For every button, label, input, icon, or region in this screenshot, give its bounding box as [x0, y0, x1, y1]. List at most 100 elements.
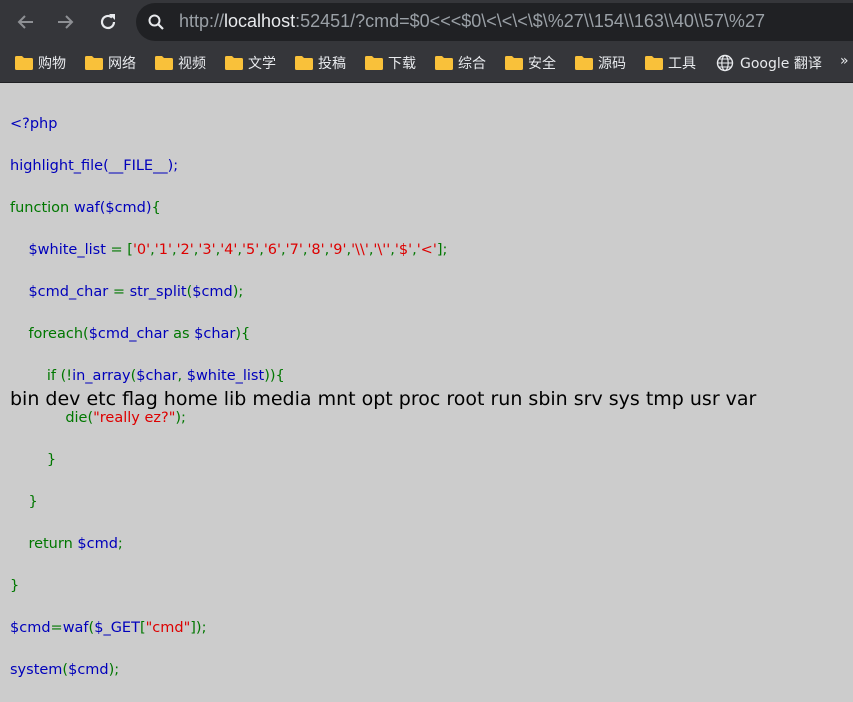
code-line: if (!in_array($char, $white_list)){	[10, 366, 447, 387]
command-output: bin dev etc flag home lib media mnt opt …	[10, 388, 757, 410]
code-token: '7'	[285, 242, 303, 258]
bookmark-label: 投稿	[318, 56, 346, 72]
url-text[interactable]: http://localhost:52451/?cmd=$0<<<$0\<\<\…	[179, 11, 765, 32]
bookmark-folder[interactable]: 综合	[435, 53, 486, 73]
code-token: '5'	[242, 242, 260, 258]
bookmark-folder[interactable]: 投稿	[295, 53, 346, 73]
bookmark-folder[interactable]: 视频	[155, 53, 206, 73]
bookmark-label: 文学	[248, 56, 276, 72]
code-line: function waf($cmd){	[10, 198, 447, 219]
code-token: '4'	[220, 242, 238, 258]
folder-icon	[225, 56, 243, 70]
code-token: ,	[177, 368, 187, 384]
code-line: foreach($cmd_char as $char){	[10, 324, 447, 345]
bookmark-label: 购物	[38, 56, 66, 72]
code-token: '2'	[176, 242, 194, 258]
forward-arrow-icon[interactable]	[51, 8, 79, 36]
globe-icon	[716, 54, 734, 72]
bookmark-label: 网络	[108, 56, 136, 72]
code-token: "really ez?"	[93, 410, 176, 426]
code-token: <?php	[10, 116, 58, 132]
code-line: $cmd_char = str_split($cmd);	[10, 282, 447, 303]
code-line: system($cmd);	[10, 660, 447, 681]
code-token: }	[46, 452, 57, 468]
folder-icon	[15, 56, 33, 70]
code-token: =	[112, 284, 130, 300]
folder-icon	[435, 56, 453, 70]
code-token: '9'	[329, 242, 347, 258]
bookmark-folder[interactable]: 文学	[225, 53, 276, 73]
bookmark-label: 工具	[668, 56, 696, 72]
code-token: highlight_file(__FILE__);	[10, 158, 179, 174]
folder-icon	[85, 56, 103, 70]
code-token: '<'	[416, 242, 437, 258]
code-token: ;	[117, 536, 123, 552]
url-scheme: http://	[179, 11, 225, 31]
code-token: );	[108, 662, 120, 678]
back-arrow-icon[interactable]	[12, 8, 40, 36]
folder-icon	[155, 56, 173, 70]
code-token: '$'	[394, 242, 413, 258]
code-token: '1'	[154, 242, 172, 258]
code-token: $white_list	[186, 368, 265, 384]
code-token: ){	[235, 326, 251, 342]
code-token: = [	[110, 242, 133, 258]
folder-icon	[295, 56, 313, 70]
code-token: return	[28, 536, 78, 552]
bookmark-folder[interactable]: 购物	[15, 53, 66, 73]
bookmark-label: 下载	[388, 56, 416, 72]
code-token: ];	[436, 242, 448, 258]
bookmark-folder[interactable]: 工具	[645, 53, 696, 73]
code-token: $cmd_char	[88, 326, 174, 342]
code-token: ]);	[190, 620, 207, 636]
bookmark-folder[interactable]: 网络	[85, 53, 136, 73]
code-token: str_split	[129, 284, 187, 300]
folder-icon	[575, 56, 593, 70]
code-token: if (!	[46, 368, 73, 384]
bookmarks-bar: 购物 网络 视频 文学 投稿 下载 综合 安全 源码 工具 Google 翻译 …	[0, 44, 853, 83]
folder-icon	[505, 56, 523, 70]
code-token: =	[50, 620, 63, 636]
code-line: }	[10, 450, 447, 471]
bookmark-label: 安全	[528, 56, 556, 72]
code-line: <?php	[10, 114, 447, 135]
code-token: )){	[264, 368, 285, 384]
code-token: die(	[65, 410, 94, 426]
code-token: '0'	[132, 242, 151, 258]
code-token: }	[28, 494, 38, 510]
url-host: localhost	[224, 11, 296, 31]
code-token: {	[151, 200, 161, 216]
code-line: $white_list = ['0','1','2','3','4','5','…	[10, 240, 447, 261]
code-token: '\''	[373, 242, 391, 258]
code-token: waf	[62, 620, 89, 636]
code-token: '3'	[198, 242, 216, 258]
code-token: $cmd_char	[28, 284, 113, 300]
address-bar[interactable]: http://localhost:52451/?cmd=$0<<<$0\<\<\…	[136, 3, 853, 41]
code-token: waf($cmd)	[73, 200, 152, 216]
bookmark-label: 视频	[178, 56, 206, 72]
code-token: $white_list	[28, 242, 111, 258]
code-token: function	[10, 200, 74, 216]
bookmark-google-translate[interactable]: Google 翻译	[716, 53, 822, 73]
reload-icon[interactable]	[94, 8, 122, 36]
bookmarks-overflow-button[interactable]: »	[840, 53, 849, 69]
bookmark-label: 源码	[598, 56, 626, 72]
bookmark-folder[interactable]: 安全	[505, 53, 556, 73]
search-icon	[148, 14, 164, 30]
code-token: '\\'	[351, 242, 369, 258]
code-token: system	[10, 662, 63, 678]
browser-toolbar: http://localhost:52451/?cmd=$0<<<$0\<\<\…	[0, 0, 853, 44]
code-line: }	[10, 576, 447, 597]
code-token: '6'	[263, 242, 282, 258]
bookmark-folder[interactable]: 下载	[365, 53, 416, 73]
bookmark-label: Google 翻译	[740, 56, 822, 72]
code-token: "cmd"	[145, 620, 191, 636]
code-token: $cmd	[77, 536, 118, 552]
code-token: '8'	[307, 242, 325, 258]
code-token: $char	[136, 368, 178, 384]
bookmark-folder[interactable]: 源码	[575, 53, 626, 73]
